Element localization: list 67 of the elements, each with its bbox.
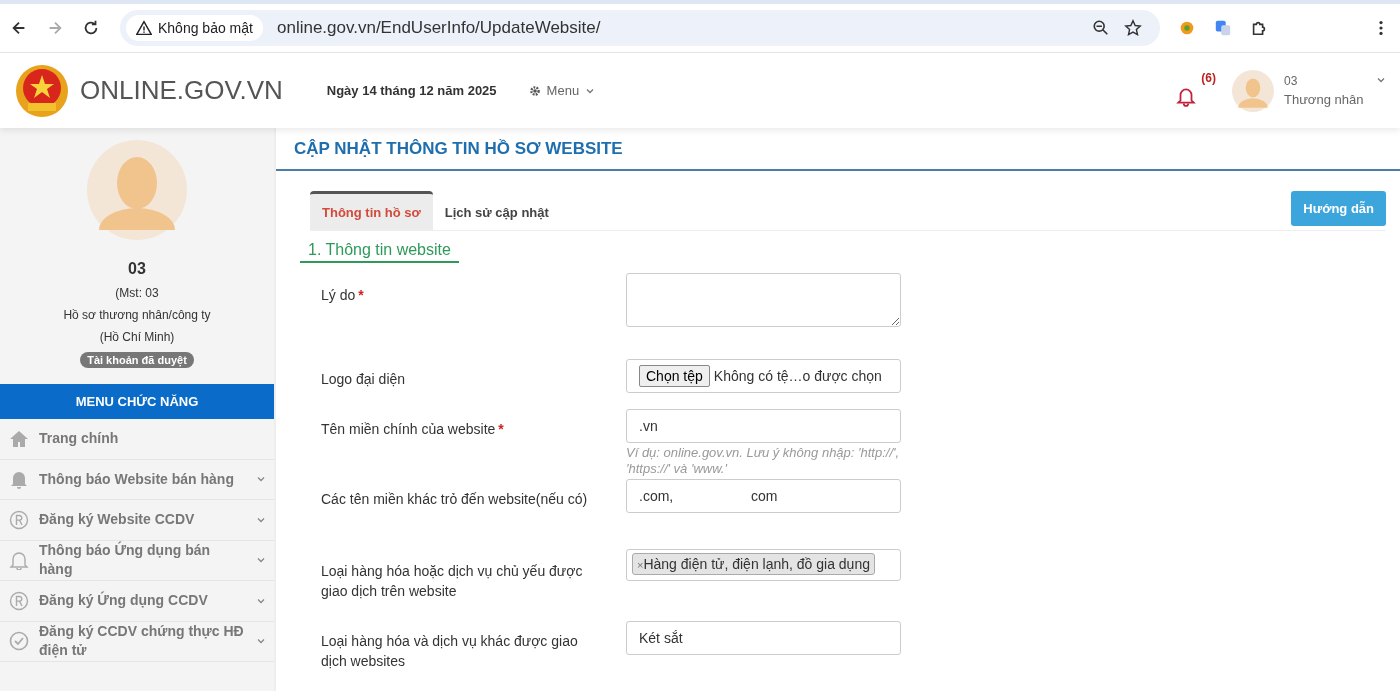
registered-icon bbox=[9, 590, 29, 611]
check-circle-icon bbox=[9, 631, 29, 652]
section-title: 1. Thông tin website bbox=[300, 241, 459, 263]
tag-chip[interactable]: ×Hàng điện tử, điện lạnh, đồ gia dụng bbox=[632, 553, 875, 575]
avatar-icon bbox=[87, 140, 187, 240]
sidebar-item-label: Trang chính bbox=[39, 429, 120, 449]
field-label: Lý do bbox=[321, 287, 356, 303]
choose-file-button[interactable]: Chọn tệp bbox=[639, 365, 710, 387]
home-icon bbox=[9, 428, 29, 449]
site-logo-text[interactable]: ONLINE.GOV.VN bbox=[80, 75, 283, 106]
account-status-badge: Tài khoản đã duyệt bbox=[80, 352, 194, 368]
tab[interactable]: Lịch sử cập nhật bbox=[432, 191, 561, 230]
gear-icon bbox=[528, 84, 541, 97]
sidebar-item-label: Thông báo Website bán hàng bbox=[39, 469, 235, 489]
remove-icon[interactable]: × bbox=[637, 559, 644, 571]
notification-count: (6) bbox=[1201, 71, 1216, 85]
tax-id: (Mst: 03 bbox=[115, 286, 159, 300]
field-label: Logo đại diện bbox=[321, 371, 406, 387]
input-field[interactable]: .vn bbox=[626, 409, 901, 443]
bell-icon bbox=[9, 469, 29, 490]
file-status: Không có tệ…o được chọn bbox=[713, 368, 882, 384]
tab[interactable]: Thông tin hồ sơ bbox=[310, 191, 433, 230]
url-text: online.gov.vn/EndUserInfo/UpdateWebsite/ bbox=[276, 18, 601, 38]
file-input[interactable]: Chọn tệp Không có tệ…o được chọn bbox=[626, 359, 901, 393]
chevron-down-icon[interactable] bbox=[1376, 75, 1386, 85]
field-label: Tên miền chính của website bbox=[321, 421, 496, 437]
field-label: Các tên miền khác trỏ đến website(nếu có) bbox=[321, 491, 588, 507]
sidebar-item-label: Đăng ký Ứng dụng CCDV bbox=[39, 591, 209, 611]
sidebar-item[interactable]: Đăng ký CCDV chứng thực HĐ điện tử bbox=[0, 621, 274, 662]
sidebar-item[interactable]: Đăng ký Ứng dụng CCDV bbox=[0, 581, 274, 622]
sidebar-title: MENU CHỨC NĂNG bbox=[0, 384, 274, 419]
tag-input[interactable]: ×Hàng điện tử, điện lạnh, đồ gia dụng bbox=[626, 549, 901, 581]
sidebar-item[interactable]: Thông báo Website bán hàng bbox=[0, 459, 274, 500]
profile-type: Hồ sơ thương nhân/công ty bbox=[63, 308, 211, 322]
input-field[interactable]: Két sắt bbox=[626, 621, 901, 655]
user-id: 03 bbox=[1284, 74, 1299, 88]
page-title: CẬP NHẬT THÔNG TIN HỒ SƠ WEBSITE bbox=[294, 138, 623, 159]
date-text: Ngày 14 tháng 12 năm 2025 bbox=[326, 83, 497, 98]
security-chip[interactable]: Không bảo mật bbox=[126, 15, 263, 41]
sidebar-item-label: Đăng ký CCDV chứng thực HĐ điện tử bbox=[39, 622, 245, 661]
registered-icon bbox=[9, 509, 29, 530]
field-hint: Ví dụ: online.gov.vn. Lưu ý không nhập: 'http://', 'https://' và 'www.' bbox=[626, 445, 901, 477]
profile-name: 03 bbox=[128, 260, 146, 278]
star-icon[interactable] bbox=[1124, 19, 1142, 37]
address-bar[interactable]: Không bảo mật online.gov.vn/EndUserInfo/UpdateWebsite/ bbox=[120, 10, 1160, 46]
sidebar-item-label: Thông báo Ứng dụng bán hàng bbox=[39, 541, 212, 580]
puzzle-icon[interactable] bbox=[1250, 19, 1268, 37]
translate-icon[interactable] bbox=[1214, 19, 1232, 37]
required-mark: * bbox=[498, 421, 504, 437]
sidebar-item[interactable]: Trang chính bbox=[0, 419, 274, 460]
warning-icon bbox=[136, 20, 152, 36]
field-label: Loại hàng hóa hoặc dịch vụ chủ yếu được giao dịch trên website bbox=[321, 563, 583, 599]
menu-button[interactable]: Menu bbox=[522, 82, 602, 99]
reload-icon[interactable] bbox=[82, 19, 100, 37]
user-role: Thương nhân bbox=[1284, 92, 1365, 107]
profile-city: (Hồ Chí Minh) bbox=[99, 330, 175, 344]
field-label: Loại hàng hóa và dịch vụ khác được giao dịch websites bbox=[321, 633, 578, 669]
sidebar-item[interactable]: Đăng ký Website CCDV bbox=[0, 500, 274, 541]
extension-icon[interactable] bbox=[1178, 19, 1196, 37]
tag-label: Hàng điện tử, điện lạnh, đồ gia dụng bbox=[643, 556, 870, 572]
sidebar-item[interactable]: Thông báo Ứng dụng bán hàng bbox=[0, 540, 274, 581]
input-field[interactable]: .com, com bbox=[626, 479, 901, 513]
bell-icon bbox=[9, 550, 29, 571]
zoom-out-icon[interactable] bbox=[1092, 19, 1110, 37]
sidebar-item-label: Đăng ký Website CCDV bbox=[39, 510, 196, 530]
required-mark: * bbox=[358, 287, 364, 303]
emblem-icon bbox=[14, 62, 70, 119]
